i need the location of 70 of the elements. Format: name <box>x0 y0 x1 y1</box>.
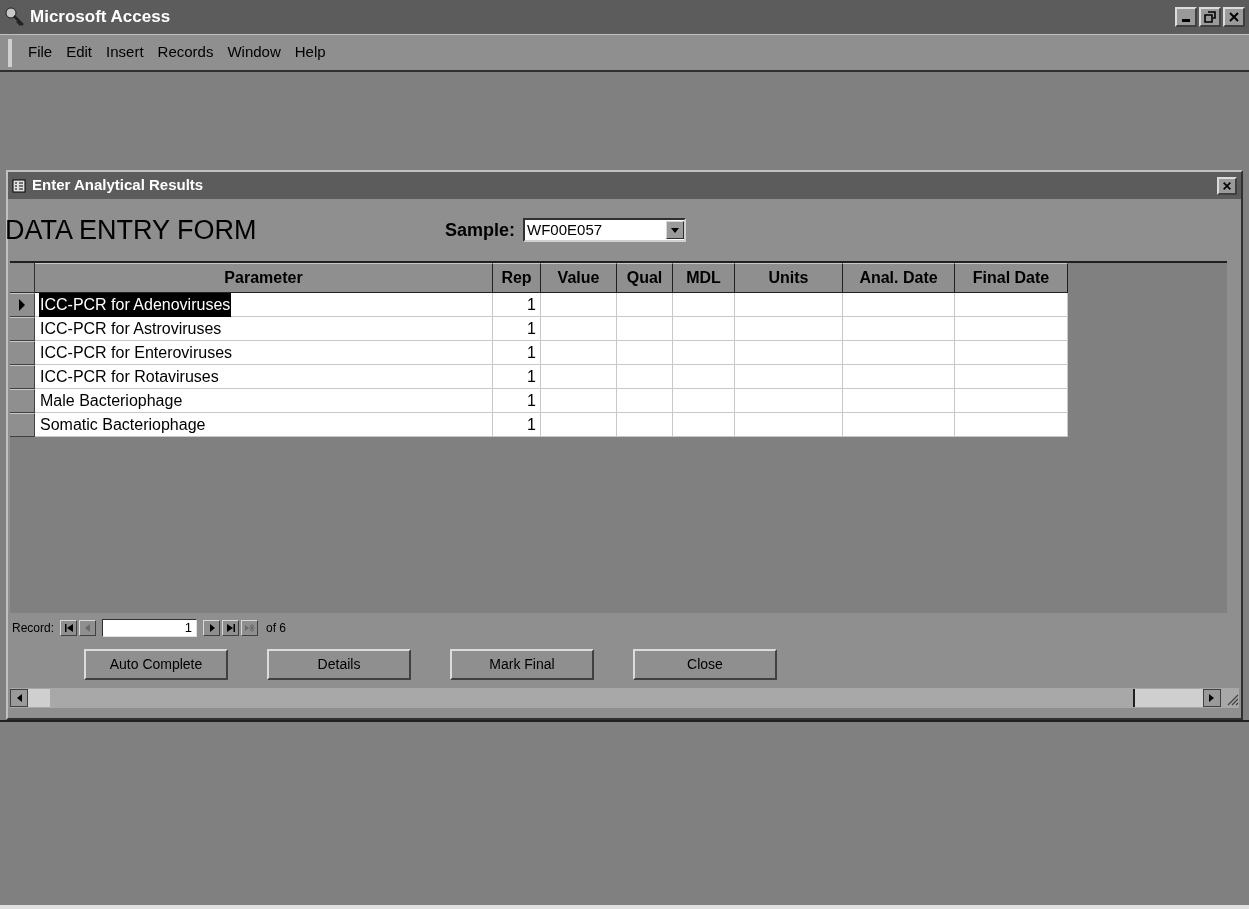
column-header[interactable]: Units <box>735 263 843 293</box>
minimize-button[interactable] <box>1175 7 1197 27</box>
column-header[interactable]: Value <box>541 263 617 293</box>
close-icon <box>1222 180 1232 191</box>
parameter-text: ICC-PCR for Adenoviruses <box>39 292 232 317</box>
first-record-button[interactable] <box>60 620 78 636</box>
first-arrow-icon <box>62 622 75 634</box>
parameter-text: Male Bacteriophage <box>39 390 184 411</box>
table-cell: 1 <box>493 365 541 389</box>
record-number-field[interactable]: 1 <box>102 619 198 637</box>
column-header[interactable]: Rep <box>493 263 541 293</box>
left-arrow-icon <box>16 694 22 702</box>
column-header[interactable]: Qual <box>617 263 673 293</box>
new-arrow-icon <box>243 622 256 634</box>
form-button[interactable]: Close <box>633 648 777 680</box>
table-cell: 1 <box>493 413 541 437</box>
row-selector[interactable] <box>10 389 35 413</box>
table-cell: 1 <box>493 293 541 317</box>
selector-header <box>10 263 35 293</box>
form-button[interactable]: Details <box>267 648 411 680</box>
row-selector[interactable] <box>10 413 35 437</box>
form-title: Enter Analytical Results <box>32 175 204 196</box>
restore-icon <box>1204 11 1216 23</box>
column-header[interactable]: Final Date <box>955 263 1068 293</box>
next-record-button[interactable] <box>203 620 221 636</box>
last-record-button[interactable] <box>222 620 240 636</box>
column-header[interactable]: Anal. Date <box>843 263 955 293</box>
parameter-text: Somatic Bacteriophage <box>39 414 207 435</box>
form-heading: DATA ENTRY FORM <box>5 213 258 247</box>
parameter-text: ICC-PCR for Rotaviruses <box>39 366 220 387</box>
parameter-text: ICC-PCR for Enteroviruses <box>39 342 234 363</box>
table-cell: 1 <box>493 389 541 413</box>
menu-item[interactable]: File <box>22 41 59 64</box>
menu-item[interactable]: Window <box>221 41 287 64</box>
toolbar-grip <box>8 38 12 67</box>
sample-dropdown[interactable]: WF00E057 <box>523 218 687 242</box>
form-button[interactable]: Mark Final <box>450 648 594 680</box>
close-button[interactable] <box>1223 7 1245 27</box>
column-header[interactable]: MDL <box>673 263 735 293</box>
close-icon <box>1228 11 1240 23</box>
form-button[interactable]: Auto Complete <box>84 648 228 680</box>
record-label: Record: <box>12 620 55 637</box>
row-selector[interactable] <box>10 317 35 341</box>
row-selector[interactable] <box>10 365 35 389</box>
menu-item[interactable]: Records <box>151 41 220 64</box>
scroll-thumb[interactable] <box>28 689 50 707</box>
scroll-right-button[interactable] <box>1203 689 1221 707</box>
caret-icon <box>671 227 680 233</box>
row-selector[interactable] <box>10 293 35 317</box>
record-count: of 6 <box>266 620 287 637</box>
key-icon <box>4 6 26 28</box>
table-cell: 1 <box>493 341 541 365</box>
sample-label: Sample: <box>445 218 516 242</box>
menu-item[interactable]: Edit <box>60 41 99 64</box>
row-selector[interactable] <box>10 341 35 365</box>
app-title: Microsoft Access <box>30 6 171 29</box>
scroll-left-button[interactable] <box>10 689 28 707</box>
last-arrow-icon <box>224 622 237 634</box>
current-row-icon <box>18 299 26 311</box>
close-button[interactable] <box>1217 176 1237 195</box>
restore-button[interactable] <box>1199 7 1221 27</box>
minimize-icon <box>1182 19 1190 22</box>
right-arrow-icon <box>1209 694 1215 702</box>
table-cell: 1 <box>493 317 541 341</box>
menu-item[interactable]: Help <box>288 41 332 64</box>
column-header[interactable]: Parameter <box>35 263 493 293</box>
menu-item[interactable]: Insert <box>100 41 150 64</box>
sample-value: WF00E057 <box>526 219 604 240</box>
form-icon <box>12 178 26 193</box>
parameter-text: ICC-PCR for Astroviruses <box>39 318 223 339</box>
